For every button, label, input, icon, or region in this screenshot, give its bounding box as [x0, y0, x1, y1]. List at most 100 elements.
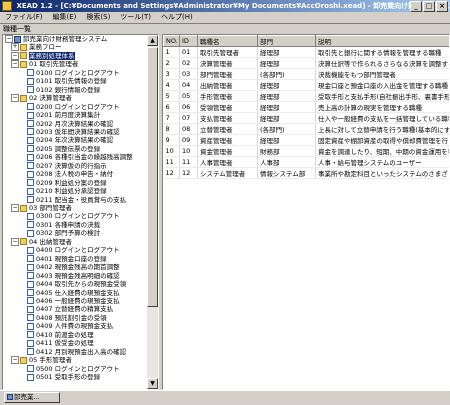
tree-node[interactable]: 0100 ログインとログアウト: [27, 69, 120, 77]
tree-node[interactable]: 0102 銀行情報の登録: [27, 86, 100, 94]
tree-node[interactable]: 0400 ログインとログアウト: [27, 246, 120, 254]
table-row[interactable]: 505手形管理者経理部受取手形と支払手形(自社振出手形、裏書手形): [164, 91, 450, 102]
tree-node[interactable]: −業務別処理体系: [11, 52, 75, 60]
tree-node-label: 0407 立替経費の精算支払: [36, 305, 113, 313]
tree-node[interactable]: 0211 配当金・役員賞与の支払: [27, 196, 126, 204]
table-row[interactable]: 404出納管理者経理部現金口座と預金口座の入出金を管理する職種: [164, 80, 450, 91]
table-cell: 上長に対して立替申請を行う職種(基本的にすべて): [316, 124, 450, 135]
collapse-icon[interactable]: −: [11, 60, 19, 68]
minimize-button[interactable]: _: [410, 1, 422, 12]
tree-node[interactable]: −05 手形管理者: [11, 356, 72, 364]
table-row[interactable]: 909資産管理者経理部固定資産や棚卸資産の取得や償却費管理を行う: [164, 135, 450, 146]
tree-node[interactable]: 0405 仕入経費の現預金支払: [27, 289, 120, 297]
tree-node[interactable]: 0409 人件費の現預金支払: [27, 322, 113, 330]
col-header-department[interactable]: 部門: [258, 36, 316, 47]
table-row[interactable]: 202決算管理者経理部決算仕訳等で作られるさらなる決算を調整するなど: [164, 58, 450, 69]
tree-node[interactable]: 0301 各種申請の決裁: [27, 221, 100, 229]
tree-node[interactable]: −卸売業向け財務管理システム: [5, 35, 107, 43]
menu-file[interactable]: ファイル(F): [0, 12, 48, 23]
folder-icon: [20, 44, 27, 51]
tree-node[interactable]: 0401 現預金口座の登録: [27, 255, 107, 263]
tree-node[interactable]: 0208 法人税の申告・納付: [27, 170, 113, 178]
system-icon: [14, 36, 21, 43]
scroll-down-arrow-icon[interactable]: ▼: [147, 378, 158, 389]
tree-node[interactable]: 0404 取引先からの現預金受領: [27, 280, 126, 288]
tree-node[interactable]: 0201 前月度決算集計: [27, 111, 100, 119]
table-cell: 現金口座と預金口座の入出金を管理する職種: [316, 80, 450, 91]
tree-node[interactable]: 0206 各種引当金の繰越残高調整: [27, 153, 133, 161]
menu-edit[interactable]: 編集(E): [48, 12, 82, 23]
tree-node[interactable]: +業務フロー: [11, 43, 62, 51]
col-header-description[interactable]: 説明: [316, 36, 450, 47]
tree-node[interactable]: 0302 部門予算の検討: [27, 229, 100, 237]
table-cell: 部門管理者: [198, 69, 258, 80]
tree-node[interactable]: −02 決算管理者: [11, 94, 72, 102]
collapse-icon[interactable]: −: [11, 238, 19, 246]
table-cell: 経理部: [258, 47, 316, 58]
col-header-no[interactable]: NO.: [164, 36, 180, 47]
tree-node[interactable]: −03 部門管理者: [11, 204, 72, 212]
tree-node[interactable]: 0210 利益処分承認登録: [27, 187, 107, 195]
document-icon: [27, 331, 34, 338]
expand-icon[interactable]: +: [11, 43, 19, 51]
tree-node[interactable]: 0101 取引先情報の登録: [27, 77, 107, 85]
tree-node[interactable]: 0407 立替経費の精算支払: [27, 305, 113, 313]
col-header-id[interactable]: ID: [180, 36, 198, 47]
tree-node-label: 0408 預託割引金の受領: [36, 314, 107, 322]
tree-node[interactable]: 0204 年次決算結果の確認: [27, 136, 113, 144]
tree-node[interactable]: 0209 利益処分案の登録: [27, 179, 107, 187]
tree-node[interactable]: −04 出納管理者: [11, 238, 72, 246]
table-row[interactable]: 1111人事管理者人事部人事・給与管理システムのユーザー: [164, 157, 450, 168]
collapse-icon[interactable]: −: [11, 356, 19, 364]
tree-node[interactable]: −01 取引先管理者: [11, 60, 78, 68]
tree-node-label: 0200 ログインとログアウト: [36, 103, 120, 111]
scroll-up-arrow-icon[interactable]: ▲: [147, 35, 158, 46]
scroll-thumb[interactable]: [147, 47, 158, 307]
document-icon: [27, 112, 34, 119]
table-row[interactable]: 303部門管理者(各部門)決裁機能をもつ部門管理者: [164, 69, 450, 80]
tree-node[interactable]: 0203 仮年間決算結果の確認: [27, 128, 120, 136]
folder-icon: [20, 61, 27, 68]
table-row[interactable]: 1010資金管理者財務部資金を調達したり、短期、中期の資金運用を行う: [164, 146, 450, 157]
menu-search[interactable]: 検索(S): [81, 12, 115, 23]
col-header-role-name[interactable]: 職種名: [198, 36, 258, 47]
collapse-icon[interactable]: −: [11, 52, 19, 60]
table-cell: 経理部: [258, 135, 316, 146]
maximize-button[interactable]: □: [423, 1, 435, 12]
table-row[interactable]: 707支払管理者経理部仕入や一般経費の支払を一括管理している職種: [164, 113, 450, 124]
tree-node-label: 0501 受取手形の登録: [36, 373, 100, 381]
table-cell: 07: [180, 113, 198, 124]
table-row[interactable]: 808立替管理者(各部門)上長に対して立替申請を行う職種(基本的にすべて): [164, 124, 450, 135]
collapse-icon[interactable]: −: [11, 204, 19, 212]
table-cell: 03: [180, 69, 198, 80]
tree-node[interactable]: 0406 一般経費の現預金支払: [27, 297, 120, 305]
menu-help[interactable]: ヘルプ(H): [156, 12, 198, 23]
tree-node[interactable]: 0402 現預金残高の期首調整: [27, 263, 120, 271]
open-document-tab[interactable]: 卸売業...: [4, 392, 60, 403]
tree-node[interactable]: 0300 ログインとログアウト: [27, 212, 120, 220]
tree-node-label: 0208 法人税の申告・納付: [36, 170, 113, 178]
tree-node[interactable]: 0205 調整伝票の登録: [27, 145, 100, 153]
table-row[interactable]: 101取引先管理者経理部取引先と銀行に関する情報を管理する職種: [164, 47, 450, 58]
tree-node-label: 0205 調整伝票の登録: [36, 145, 100, 153]
tree-node[interactable]: 0501 受取手形の登録: [27, 373, 100, 381]
tree-node[interactable]: 0200 ログインとログアウト: [27, 103, 120, 111]
tree-node[interactable]: 0500 ログインとログアウト: [27, 365, 120, 373]
tree-node[interactable]: 0411 仮受金の処理: [27, 339, 94, 347]
tree-node[interactable]: 0202 月次決算結果の確認: [27, 120, 113, 128]
document-icon: [27, 374, 34, 381]
tree-node[interactable]: 0207 決算仮の的行指示: [27, 162, 107, 170]
tree-node[interactable]: 0410 前渡金の処理: [27, 331, 94, 339]
tree-scrollbar[interactable]: ▲ ▼: [147, 35, 158, 389]
document-icon: [27, 213, 34, 220]
document-icon: [27, 128, 34, 135]
tree-node[interactable]: 0403 現預金残高明細の確認: [27, 272, 120, 280]
tree-node[interactable]: 0408 預託割引金の受領: [27, 314, 107, 322]
menu-tools[interactable]: ツール(T): [115, 12, 156, 23]
table-row[interactable]: 606受領管理者経理部売上高の計算の現実を管理する職種: [164, 102, 450, 113]
collapse-icon[interactable]: −: [11, 94, 19, 102]
close-button[interactable]: ×: [436, 1, 448, 12]
collapse-icon[interactable]: −: [5, 35, 13, 43]
tree-node[interactable]: 0412 月別現預金出入高の確認: [27, 348, 126, 356]
table-row[interactable]: 1212システム管理者情報システム部事業所や勘定科目といったシステムのさまざまな…: [164, 168, 450, 179]
